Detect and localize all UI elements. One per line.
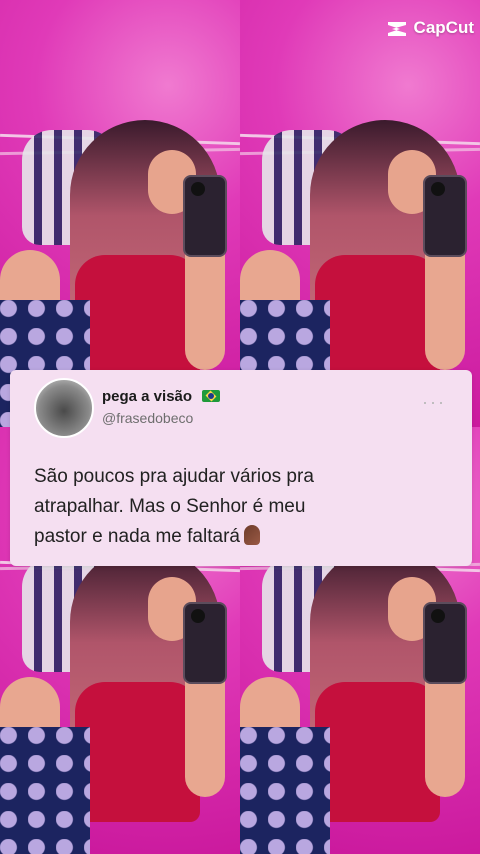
brazil-flag-icon: [202, 390, 221, 402]
more-dots-icon[interactable]: ···: [422, 392, 446, 413]
photo-tile-top-right: [240, 0, 480, 427]
tweet-line-3: pastor e nada me faltará: [34, 522, 434, 552]
user-handle: @frasedobeco: [102, 410, 194, 426]
capcut-logo-icon: [386, 19, 408, 37]
photo-tile-top-left: [0, 0, 240, 427]
tweet-line-3-text: pastor e nada me faltará: [34, 526, 240, 547]
praying-hands-icon: [243, 525, 260, 545]
display-name-text: pega a visão: [102, 388, 193, 405]
tweet-line-2: atrapalhar. Mas o Senhor é meu: [34, 496, 306, 517]
capcut-watermark: CapCut: [386, 18, 474, 38]
tweet-card[interactable]: pega a visão @frasedobeco ··· São poucos…: [10, 370, 472, 566]
display-name: pega a visão: [102, 388, 221, 405]
tweet-line-1: São poucos pra ajudar vários pra: [34, 466, 314, 487]
tweet-text: São poucos pra ajudar vários pra atrapal…: [34, 462, 434, 552]
capcut-logo-text: CapCut: [413, 18, 474, 37]
profile-avatar[interactable]: [34, 378, 94, 438]
